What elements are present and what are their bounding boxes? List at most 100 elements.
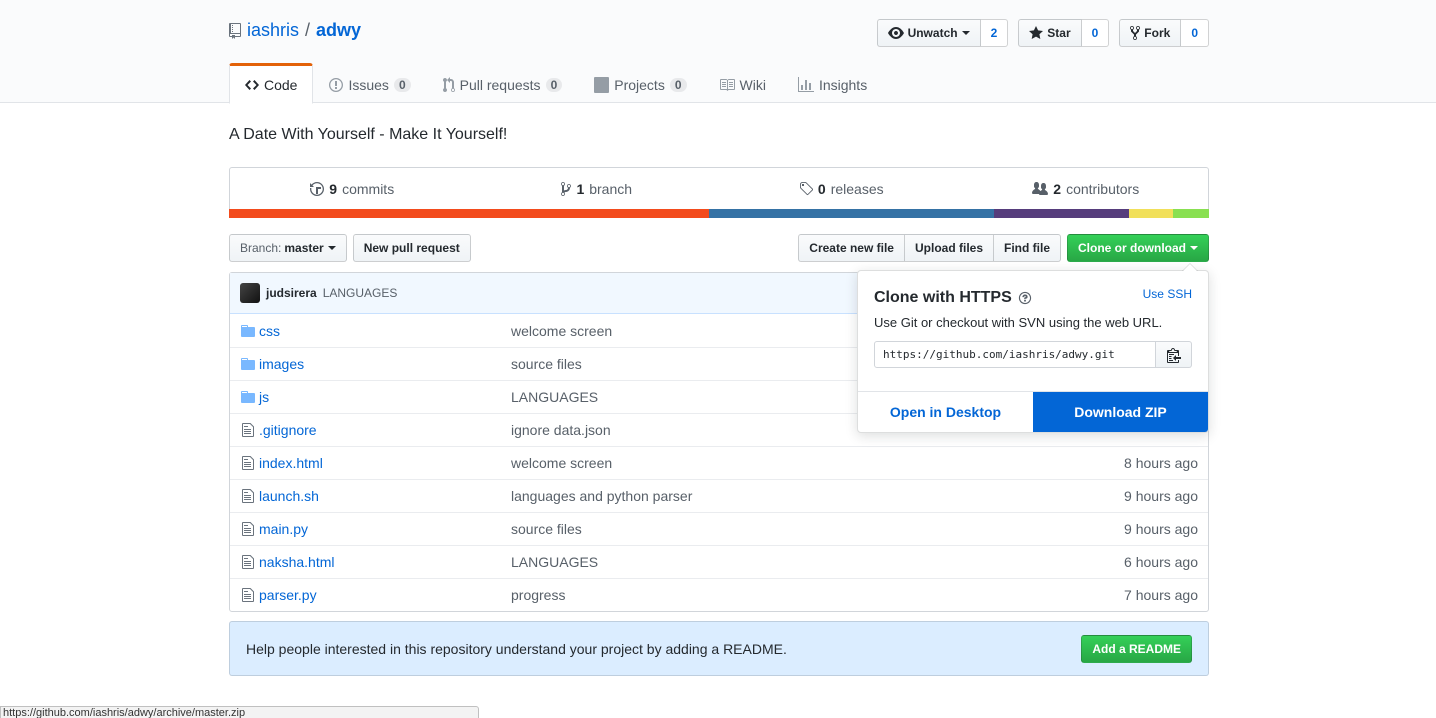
projects-counter: 0 (669, 77, 687, 92)
file-name-link[interactable]: launch.sh (259, 488, 319, 504)
file-commit-message-link[interactable]: welcome screen (511, 455, 612, 471)
commits-link[interactable]: 9 commits (230, 168, 475, 210)
file-commit-message-link[interactable]: LANGUAGES (511, 554, 598, 570)
releases-count: 0 (817, 181, 826, 197)
file-icon (240, 554, 256, 570)
question-icon[interactable] (1018, 291, 1032, 305)
commit-author-link[interactable]: judsirera (266, 286, 317, 300)
file-commit-message-link[interactable]: progress (511, 587, 565, 603)
language-segment[interactable] (1172, 209, 1209, 218)
tab-projects[interactable]: Projects 0 (578, 63, 702, 104)
file-commit-message-link[interactable]: ignore data.json (511, 422, 611, 438)
folder-icon (240, 389, 256, 405)
branches-link[interactable]: 1 branch (475, 168, 720, 210)
tab-insights[interactable]: Insights (782, 63, 883, 104)
file-icon (240, 521, 256, 537)
people-icon (1032, 181, 1049, 197)
create-new-file-button[interactable]: Create new file (798, 234, 905, 262)
language-segment[interactable] (229, 209, 710, 218)
file-name-link[interactable]: js (259, 389, 269, 405)
file-icon (240, 587, 256, 603)
releases-link[interactable]: 0 releases (719, 168, 964, 210)
file-commit-message-link[interactable]: languages and python parser (511, 488, 692, 504)
file-name-link[interactable]: parser.py (259, 587, 317, 603)
clone-dropdown: Clone with HTTPS Use SSH Use Git or chec… (857, 263, 1209, 433)
commits-count: 9 (329, 181, 338, 197)
code-icon (245, 77, 259, 93)
new-pull-request-button[interactable]: New pull request (352, 234, 471, 262)
table-row: main.py source files 9 hours ago (230, 512, 1208, 545)
folder-icon (240, 356, 256, 372)
fork-button[interactable]: Fork (1119, 19, 1182, 47)
eye-icon (887, 25, 904, 41)
clone-footer: Open in Desktop Download ZIP (858, 391, 1208, 432)
use-ssh-link[interactable]: Use SSH (1143, 287, 1192, 301)
file-commit-message-link[interactable]: welcome screen (511, 323, 612, 339)
file-name-link[interactable]: main.py (259, 521, 308, 537)
open-in-desktop-button[interactable]: Open in Desktop (858, 392, 1033, 432)
repo-title: iashris / adwy (229, 20, 361, 41)
repo-separator: / (305, 20, 311, 40)
star-button[interactable]: Star (1018, 19, 1082, 47)
releases-label: releases (830, 181, 884, 197)
language-segment[interactable] (994, 209, 1129, 218)
language-segment[interactable] (1128, 209, 1173, 218)
tab-pull-requests[interactable]: Pull requests 0 (427, 63, 579, 104)
branch-select-button[interactable]: Branch: master (229, 234, 347, 262)
commit-message-link[interactable]: LANGUAGES (323, 286, 398, 300)
forks-count[interactable]: 0 (1181, 19, 1209, 47)
repo-owner-link[interactable]: iashris (247, 20, 299, 41)
file-name-link[interactable]: naksha.html (259, 554, 334, 570)
project-icon (594, 76, 610, 93)
pull-requests-counter: 0 (545, 77, 563, 92)
issues-counter: 0 (393, 77, 411, 92)
repo-name-link[interactable]: adwy (316, 20, 361, 41)
contributors-count: 2 (1053, 181, 1062, 197)
contributors-link[interactable]: 2 contributors (964, 168, 1209, 210)
graph-icon (797, 76, 814, 93)
unwatch-button[interactable]: Unwatch (876, 19, 981, 47)
avatar[interactable] (240, 283, 260, 303)
file-name-link[interactable]: index.html (259, 455, 323, 471)
tab-issues[interactable]: Issues 0 (313, 63, 426, 104)
tab-wiki-label: Wiki (739, 76, 766, 93)
clone-or-download-button[interactable]: Clone or download (1067, 234, 1209, 262)
upload-files-button[interactable]: Upload files (904, 234, 994, 262)
file-age: 9 hours ago (1124, 488, 1198, 504)
file-commit-message-link[interactable]: LANGUAGES (511, 389, 598, 405)
watchers-count[interactable]: 2 (980, 19, 1009, 47)
chevron-down-icon (961, 30, 970, 36)
repo-description: A Date With Yourself - Make It Yourself! (229, 126, 508, 143)
branch-count: 1 (576, 181, 585, 197)
add-readme-button[interactable]: Add a README (1081, 635, 1192, 663)
fork-label: Fork (1144, 26, 1171, 40)
copy-to-clipboard-button[interactable] (1156, 341, 1192, 368)
file-commit-message-link[interactable]: source files (511, 356, 582, 372)
unwatch-label: Unwatch (907, 26, 958, 40)
file-name-link[interactable]: .gitignore (259, 422, 317, 438)
table-row: launch.sh languages and python parser 9 ho… (230, 479, 1208, 512)
tab-code[interactable]: Code (229, 63, 314, 104)
branch-prefix: Branch: (240, 241, 282, 255)
tab-wiki[interactable]: Wiki (703, 63, 782, 104)
download-zip-button[interactable]: Download ZIP (1033, 392, 1208, 432)
file-age: 9 hours ago (1124, 521, 1198, 537)
clipboard-icon (1166, 347, 1181, 363)
language-segment[interactable] (709, 209, 995, 218)
stars-count[interactable]: 0 (1081, 19, 1110, 47)
clone-url-input[interactable] (874, 341, 1156, 368)
history-icon (310, 181, 325, 197)
file-actions-group: Create new file Upload files Find file (798, 234, 1061, 262)
numbers-summary: 9 commits 1 branch 0 releases 2 contribu… (229, 167, 1209, 218)
file-commit-message-link[interactable]: source files (511, 521, 582, 537)
language-bar[interactable] (229, 209, 1209, 218)
table-row: index.html welcome screen 8 hours ago (230, 446, 1208, 479)
browser-status-bar: https://github.com/iashris/adwy/archive/… (0, 706, 479, 718)
file-name-link[interactable]: css (259, 323, 280, 339)
file-name-link[interactable]: images (259, 356, 304, 372)
find-file-button[interactable]: Find file (994, 234, 1061, 262)
issue-icon (329, 77, 344, 93)
star-icon (1029, 25, 1044, 41)
file-age: 8 hours ago (1124, 455, 1198, 471)
tab-pull-requests-label: Pull requests (459, 76, 541, 93)
